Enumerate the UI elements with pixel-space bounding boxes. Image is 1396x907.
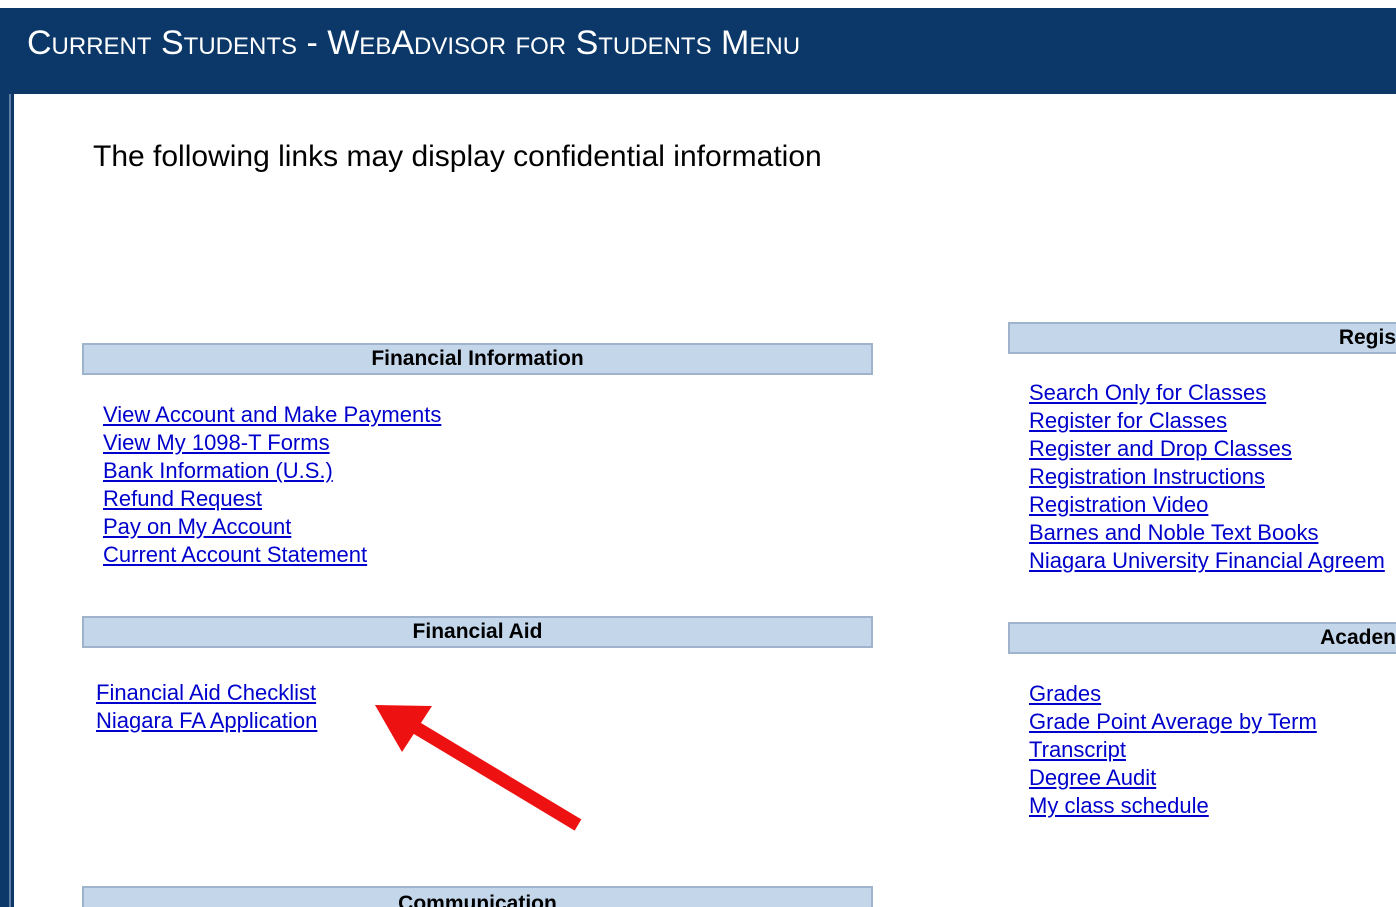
list-item: Register for Classes — [1029, 407, 1385, 435]
list-item: View My 1098-T Forms — [103, 429, 441, 457]
financial-information-header: Financial Information — [82, 343, 873, 375]
list-item: Transcript — [1029, 736, 1317, 764]
my-class-schedule-link[interactable]: My class schedule — [1029, 793, 1209, 818]
registration-instructions-link[interactable]: Registration Instructions — [1029, 464, 1265, 489]
financial-agreement-link[interactable]: Niagara University Financial Agreem — [1029, 548, 1385, 573]
list-item: Financial Aid Checklist — [96, 679, 317, 707]
registration-links: Search Only for Classes Register for Cla… — [1029, 379, 1385, 575]
register-for-classes-link[interactable]: Register for Classes — [1029, 408, 1227, 433]
list-item: Pay on My Account — [103, 513, 441, 541]
register-drop-classes-link[interactable]: Register and Drop Classes — [1029, 436, 1292, 461]
pay-on-account-link[interactable]: Pay on My Account — [103, 514, 291, 539]
current-account-statement-link[interactable]: Current Account Statement — [103, 542, 367, 567]
bank-information-link[interactable]: Bank Information (U.S.) — [103, 458, 333, 483]
academic-header: Acaden — [1008, 622, 1396, 654]
page-title: Current Students - WebAdvisor for Studen… — [27, 24, 801, 62]
list-item: Bank Information (U.S.) — [103, 457, 441, 485]
communication-title: Communication — [398, 892, 557, 907]
registration-video-link[interactable]: Registration Video — [1029, 492, 1208, 517]
financial-aid-checklist-link[interactable]: Financial Aid Checklist — [96, 680, 316, 705]
list-item: Niagara FA Application — [96, 707, 317, 735]
list-item: Refund Request — [103, 485, 441, 513]
list-item: View Account and Make Payments — [103, 401, 441, 429]
list-item: Registration Video — [1029, 491, 1385, 519]
left-rail — [0, 94, 14, 907]
barnes-noble-textbooks-link[interactable]: Barnes and Noble Text Books — [1029, 520, 1318, 545]
confidential-notice: The following links may display confiden… — [93, 140, 822, 173]
niagara-fa-application-link[interactable]: Niagara FA Application — [96, 708, 317, 733]
academic-title: Acaden — [1320, 626, 1396, 649]
list-item: Search Only for Classes — [1029, 379, 1385, 407]
gpa-by-term-link[interactable]: Grade Point Average by Term — [1029, 709, 1317, 734]
page: Current Students - WebAdvisor for Studen… — [0, 0, 1396, 907]
financial-information-links: View Account and Make Payments View My 1… — [103, 401, 441, 569]
registration-header: Regis — [1008, 322, 1396, 354]
list-item: Registration Instructions — [1029, 463, 1385, 491]
list-item: Degree Audit — [1029, 764, 1317, 792]
list-item: Grade Point Average by Term — [1029, 708, 1317, 736]
transcript-link[interactable]: Transcript — [1029, 737, 1126, 762]
financial-aid-title: Financial Aid — [412, 620, 543, 643]
academic-links: Grades Grade Point Average by Term Trans… — [1029, 680, 1317, 820]
refund-request-link[interactable]: Refund Request — [103, 486, 262, 511]
header-bar: Current Students - WebAdvisor for Studen… — [0, 8, 1396, 94]
view-1098t-link[interactable]: View My 1098-T Forms — [103, 430, 330, 455]
communication-header: Communication — [82, 886, 873, 907]
top-margin — [0, 0, 1396, 8]
degree-audit-link[interactable]: Degree Audit — [1029, 765, 1156, 790]
financial-information-title: Financial Information — [371, 347, 584, 370]
list-item: Current Account Statement — [103, 541, 441, 569]
list-item: My class schedule — [1029, 792, 1317, 820]
red-arrow-icon — [375, 705, 582, 831]
search-only-classes-link[interactable]: Search Only for Classes — [1029, 380, 1266, 405]
list-item: Register and Drop Classes — [1029, 435, 1385, 463]
list-item: Barnes and Noble Text Books — [1029, 519, 1385, 547]
left-rail-divider — [9, 94, 11, 907]
list-item: Niagara University Financial Agreem — [1029, 547, 1385, 575]
view-account-link[interactable]: View Account and Make Payments — [103, 402, 441, 427]
registration-title: Regis — [1338, 326, 1396, 349]
grades-link[interactable]: Grades — [1029, 681, 1101, 706]
financial-aid-links: Financial Aid Checklist Niagara FA Appli… — [96, 679, 317, 735]
list-item: Grades — [1029, 680, 1317, 708]
financial-aid-header: Financial Aid — [82, 616, 873, 648]
